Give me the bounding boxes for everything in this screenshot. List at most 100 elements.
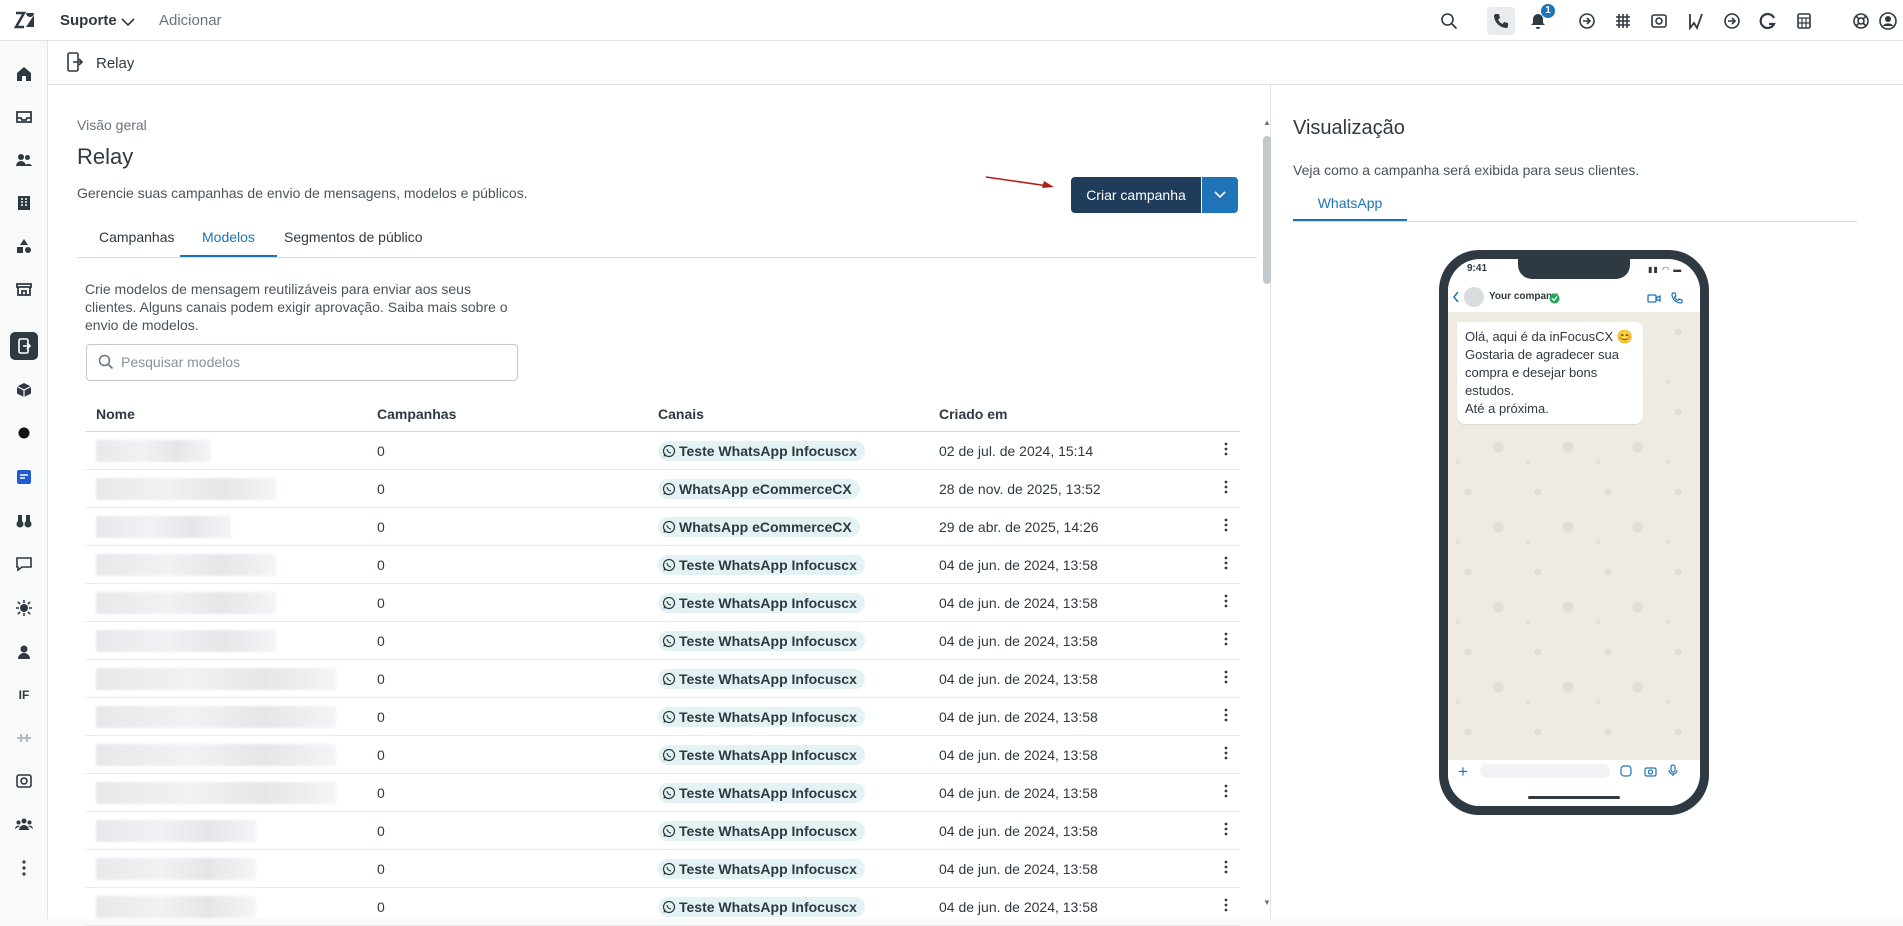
row-actions-menu-icon[interactable]	[1212, 659, 1240, 698]
row-actions-menu-icon[interactable]	[1212, 849, 1240, 888]
table-row[interactable]: 0 WhatsApp eCommerceCX 29 de abr. de 2025,…	[85, 507, 1240, 546]
camera-app-icon[interactable]	[10, 767, 38, 795]
home-icon[interactable]	[10, 60, 38, 88]
table-row[interactable]: 0 WhatsApp eCommerceCX 28 de nov. de 2025,…	[85, 469, 1240, 508]
chat-header: Your company	[1448, 283, 1700, 313]
cell-nome[interactable]	[85, 735, 366, 774]
cell-nome[interactable]	[85, 849, 366, 888]
package-icon[interactable]	[10, 376, 38, 404]
shapes-icon[interactable]	[10, 232, 38, 260]
chat-bubble-icon[interactable]	[10, 550, 38, 578]
cell-canais: Teste WhatsApp Infocuscx	[647, 811, 928, 850]
table-row[interactable]: 0 Teste WhatsApp Infocuscx 04 de jun. de 2…	[85, 773, 1240, 812]
tab-bar: Campanhas Modelos Segmentos de público	[77, 223, 1257, 258]
cell-nome[interactable]	[85, 469, 366, 508]
more-vertical-icon[interactable]	[10, 854, 38, 882]
table-row[interactable]: 0 Teste WhatsApp Infocuscx 04 de jun. de 2…	[85, 545, 1240, 584]
row-actions-menu-icon[interactable]	[1212, 583, 1240, 622]
row-actions-menu-icon[interactable]	[1212, 469, 1240, 508]
help-lifebuoy-icon[interactable]	[1850, 10, 1872, 32]
row-actions-menu-icon[interactable]	[1212, 811, 1240, 850]
add-button[interactable]: Adicionar	[159, 12, 222, 29]
connector-icon[interactable]	[10, 724, 38, 752]
cell-criado-em: 04 de jun. de 2024, 13:58	[928, 659, 1212, 698]
scrollbar[interactable]: ▲ ▼	[1263, 118, 1271, 908]
table-row[interactable]: 0 Teste WhatsApp Infocuscx 04 de jun. de 2…	[85, 849, 1240, 888]
table-row[interactable]: 0 Teste WhatsApp Infocuscx 04 de jun. de 2…	[85, 887, 1240, 926]
row-actions-menu-icon[interactable]	[1212, 697, 1240, 736]
table-row[interactable]: 0 Teste WhatsApp Infocuscx 04 de jun. de 2…	[85, 659, 1240, 698]
table-row[interactable]: 0 Teste WhatsApp Infocuscx 04 de jun. de 2…	[85, 697, 1240, 736]
cell-nome[interactable]	[85, 887, 366, 926]
cell-nome[interactable]	[85, 583, 366, 622]
channel-name: Teste WhatsApp Infocuscx	[679, 746, 857, 763]
organizations-icon[interactable]	[10, 189, 38, 217]
sticker-icon	[1620, 764, 1632, 782]
row-actions-menu-icon[interactable]	[1212, 621, 1240, 660]
calculator-icon[interactable]	[1793, 10, 1815, 32]
app-grid-icon[interactable]	[1612, 10, 1634, 32]
product-switcher[interactable]: Suporte	[60, 12, 117, 29]
inbox-icon[interactable]	[10, 103, 38, 131]
create-campaign-button[interactable]: Criar campanha	[1071, 177, 1201, 213]
customers-icon[interactable]	[10, 146, 38, 174]
channel-name: Teste WhatsApp Infocuscx	[679, 442, 857, 459]
channel-chip: Teste WhatsApp Infocuscx	[658, 554, 865, 575]
breadcrumb[interactable]: Visão geral	[77, 117, 147, 133]
cell-nome[interactable]	[85, 545, 366, 584]
column-criado-em[interactable]: Criado em	[928, 397, 1212, 432]
row-actions-menu-icon[interactable]	[1212, 431, 1240, 470]
cell-nome[interactable]	[85, 431, 366, 470]
table-row[interactable]: 0 Teste WhatsApp Infocuscx 04 de jun. de 2…	[85, 583, 1240, 622]
row-actions-menu-icon[interactable]	[1212, 887, 1240, 926]
phone-icon[interactable]	[1487, 7, 1515, 35]
table-row[interactable]: 0 Teste WhatsApp Infocuscx 04 de jun. de 2…	[85, 735, 1240, 774]
cell-campanhas: 0	[366, 735, 647, 774]
cell-nome[interactable]	[85, 659, 366, 698]
row-actions-menu-icon[interactable]	[1212, 773, 1240, 812]
channel-chip: Teste WhatsApp Infocuscx	[658, 592, 865, 613]
app-bookmark-icon[interactable]	[1685, 10, 1707, 32]
app-image-icon[interactable]	[1648, 10, 1670, 32]
sun-icon[interactable]	[10, 594, 38, 622]
blurred-name	[96, 743, 336, 766]
binoculars-icon[interactable]	[10, 507, 38, 535]
cell-nome[interactable]	[85, 507, 366, 546]
tab-campanhas[interactable]: Campanhas	[77, 223, 197, 257]
app-arrow-icon[interactable]	[1576, 10, 1598, 32]
cell-nome[interactable]	[85, 697, 366, 736]
row-actions-menu-icon[interactable]	[1212, 735, 1240, 774]
chevron-down-icon[interactable]	[121, 14, 135, 32]
user-avatar-icon[interactable]	[1877, 10, 1899, 32]
table-row[interactable]: 0 Teste WhatsApp Infocuscx 04 de jun. de 2…	[85, 811, 1240, 850]
search-box[interactable]	[86, 344, 518, 381]
zendesk-logo-icon[interactable]	[13, 11, 34, 29]
channel-name: Teste WhatsApp Infocuscx	[679, 632, 857, 649]
storefront-icon[interactable]	[10, 275, 38, 303]
notifications-bell-icon[interactable]: 1	[1527, 4, 1555, 32]
blue-app-icon[interactable]	[10, 463, 38, 491]
if-app-icon[interactable]: IF	[10, 681, 38, 709]
create-campaign-dropdown[interactable]	[1202, 177, 1238, 213]
column-campanhas[interactable]: Campanhas	[366, 397, 647, 432]
table-row[interactable]: 0 Teste WhatsApp Infocuscx 02 de jul. de 2…	[85, 431, 1240, 470]
team-icon[interactable]	[10, 810, 38, 838]
cell-nome[interactable]	[85, 773, 366, 812]
app-g-icon[interactable]	[1757, 10, 1779, 32]
agent-icon[interactable]	[10, 638, 38, 666]
column-nome[interactable]: Nome	[85, 397, 366, 432]
table-row[interactable]: 0 Teste WhatsApp Infocuscx 04 de jun. de 2…	[85, 621, 1240, 660]
circle-app-icon[interactable]	[10, 419, 38, 447]
row-actions-menu-icon[interactable]	[1212, 507, 1240, 546]
cell-campanhas: 0	[366, 697, 647, 736]
search-input[interactable]	[119, 353, 503, 371]
tab-whatsapp[interactable]: WhatsApp	[1293, 191, 1407, 221]
cell-nome[interactable]	[85, 621, 366, 660]
row-actions-menu-icon[interactable]	[1212, 545, 1240, 584]
column-canais[interactable]: Canais	[647, 397, 928, 432]
cell-nome[interactable]	[85, 811, 366, 850]
search-icon[interactable]	[1438, 10, 1460, 32]
relay-app-icon[interactable]	[10, 332, 38, 360]
tab-segmentos[interactable]: Segmentos de público	[262, 223, 445, 257]
app-forward-icon[interactable]	[1721, 10, 1743, 32]
